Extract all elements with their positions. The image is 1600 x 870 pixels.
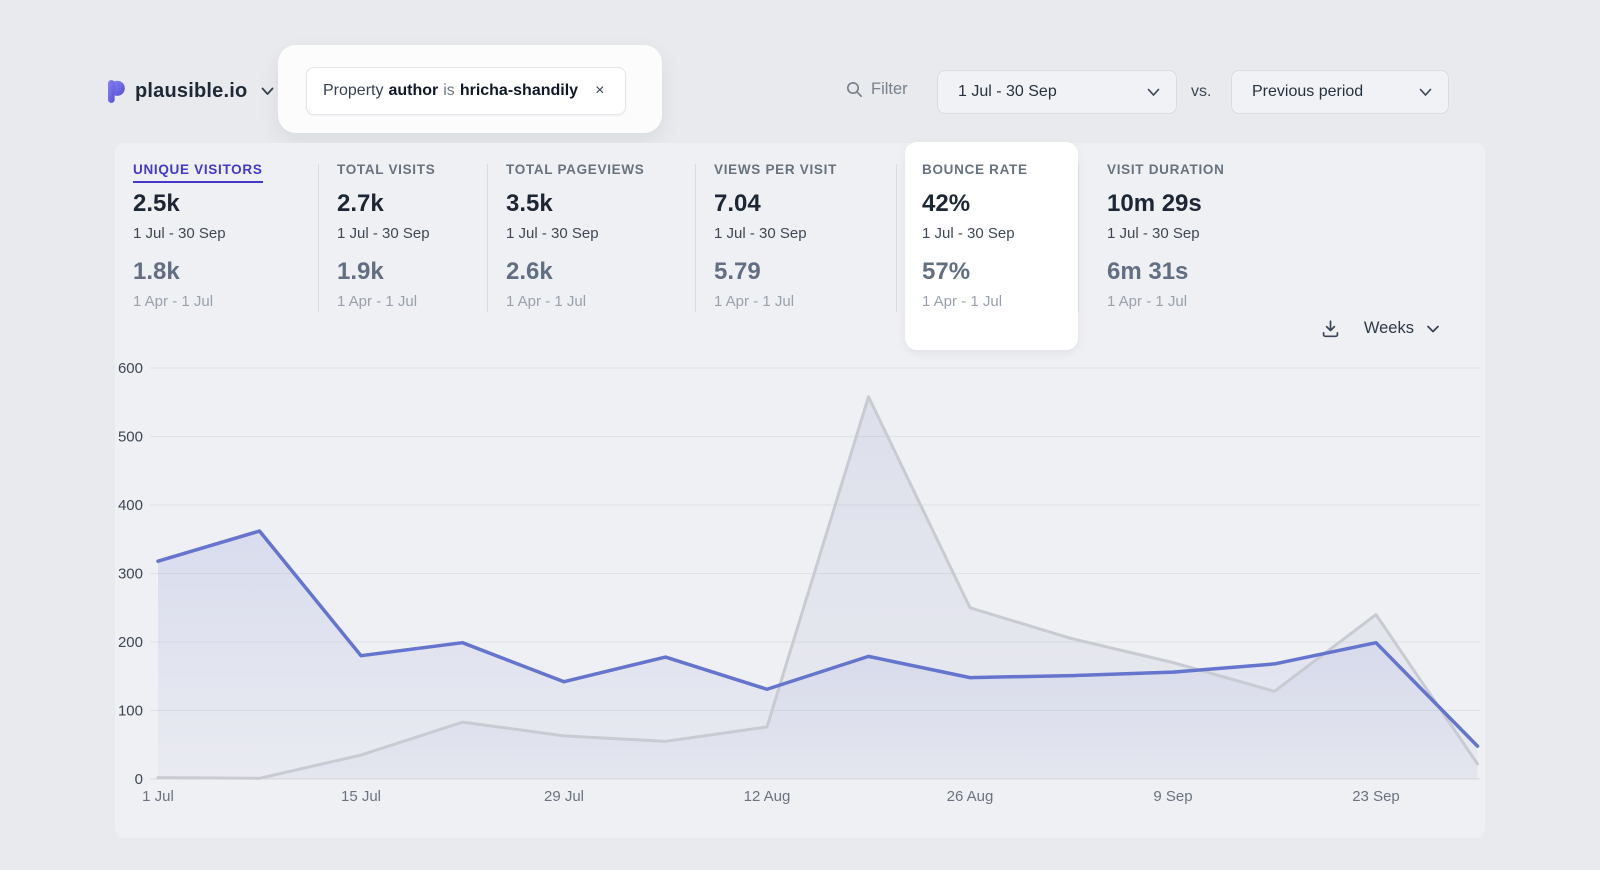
remove-filter-icon[interactable]: × [595,83,604,99]
svg-text:600: 600 [118,360,143,377]
filter-pill-key: author [388,82,438,100]
chevron-down-icon [1427,325,1439,333]
svg-text:26 Aug: 26 Aug [947,788,994,805]
svg-text:0: 0 [135,771,143,788]
search-icon [846,81,863,98]
compare-select[interactable]: Previous period [1231,70,1449,114]
date-range-value: 1 Jul - 30 Sep [958,83,1057,101]
interval-value: Weeks [1364,319,1414,338]
interval-select[interactable]: Weeks [1364,319,1439,338]
filter-button-label: Filter [871,80,908,99]
svg-text:500: 500 [118,429,143,446]
svg-text:23 Sep: 23 Sep [1352,788,1400,805]
chevron-down-icon [1147,88,1160,97]
svg-text:15 Jul: 15 Jul [341,788,381,805]
filter-button[interactable]: Filter [846,80,908,99]
vs-label: vs. [1191,83,1211,101]
svg-text:29 Jul: 29 Jul [544,788,584,805]
stats-card: UNIQUE VISITORS 2.5k 1 Jul - 30 Sep 1.8k… [115,143,1485,838]
chevron-down-icon [261,87,274,96]
svg-text:1 Jul: 1 Jul [142,788,174,805]
filter-pill-verb: is [443,82,455,100]
metric-visit-duration[interactable]: VISIT DURATION 10m 29s 1 Jul - 30 Sep 6m… [1079,161,1279,310]
svg-text:100: 100 [118,703,143,720]
svg-text:300: 300 [118,566,143,583]
visitors-chart: 0 100 200 300 400 500 600 1 Jul 15 Jul 29 Jul 12 A… [115,343,1485,813]
metric-total-pageviews[interactable]: TOTAL PAGEVIEWS 3.5k 1 Jul - 30 Sep 2.6k… [488,161,695,310]
site-switcher[interactable]: plausible.io [106,79,274,104]
svg-text:400: 400 [118,497,143,514]
download-icon[interactable] [1321,319,1340,338]
metric-bounce-rate-wrap: BOUNCE RATE 42% 1 Jul - 30 Sep 57% 1 Apr… [897,161,1078,350]
plausible-dashboard: plausible.io Property author is hricha-s… [0,0,1600,870]
metric-unique-visitors[interactable]: UNIQUE VISITORS 2.5k 1 Jul - 30 Sep 1.8k… [115,161,318,310]
compare-value: Previous period [1252,83,1363,101]
metric-total-visits[interactable]: TOTAL VISITS 2.7k 1 Jul - 30 Sep 1.9k 1 … [319,161,487,310]
svg-text:200: 200 [118,634,143,651]
svg-text:9 Sep: 9 Sep [1153,788,1192,805]
metric-views-per-visit[interactable]: VIEWS PER VISIT 7.04 1 Jul - 30 Sep 5.79… [696,161,896,310]
active-filter-popup: Property author is hricha-shandily × [278,45,662,133]
plausible-logo-icon [106,79,125,104]
chart-toolbar: Weeks [1321,319,1439,338]
filter-pill-author[interactable]: Property author is hricha-shandily × [306,67,626,115]
chart-area: 0 100 200 300 400 500 600 1 Jul 15 Jul 29 Jul 12 A… [115,343,1485,813]
metrics-row: UNIQUE VISITORS 2.5k 1 Jul - 30 Sep 1.8k… [115,161,1485,350]
metric-bounce-rate[interactable]: BOUNCE RATE 42% 1 Jul - 30 Sep 57% 1 Apr… [905,142,1078,350]
filter-pill-prefix: Property [323,82,383,100]
date-range-select[interactable]: 1 Jul - 30 Sep [937,70,1177,114]
filter-pill-value: hricha-shandily [460,82,578,100]
chevron-down-icon [1419,88,1432,97]
site-name: plausible.io [135,80,247,103]
svg-text:12 Aug: 12 Aug [744,788,791,805]
